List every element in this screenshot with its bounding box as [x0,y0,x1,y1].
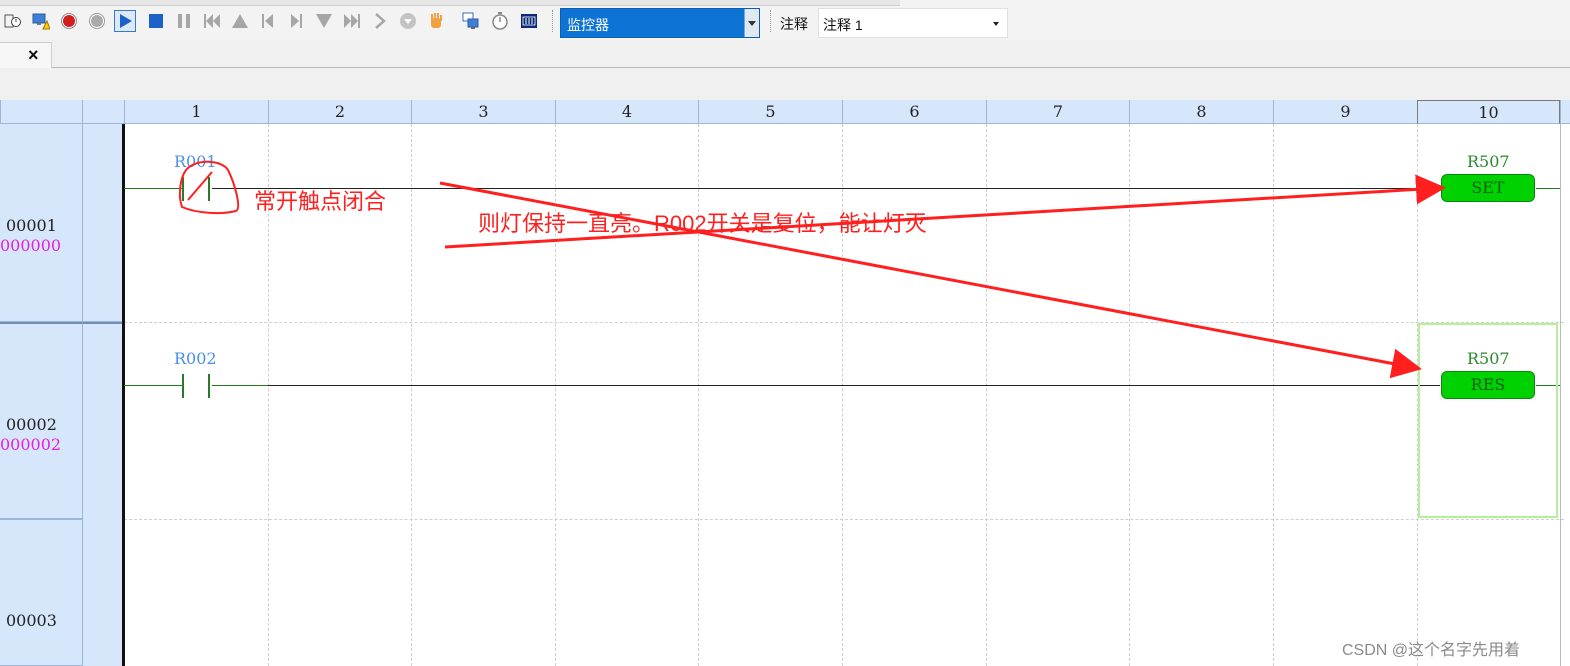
header-corner [0,100,82,124]
set-coil[interactable]: SET [1441,174,1535,202]
step-down-icon[interactable] [313,10,335,32]
selected-cell[interactable] [1418,323,1558,518]
pause-icon[interactable] [173,10,195,32]
contact-label: R001 [174,152,217,171]
comment-select-value: 注释 1 [823,17,863,33]
toolbar-separator [552,10,555,32]
coil-label: R507 [1467,152,1510,171]
stop-record-icon[interactable] [86,10,108,32]
column-header: 8 [1129,100,1273,124]
timer-icon[interactable] [2,10,24,32]
monitor-select-value: 监控器 [567,17,609,33]
next-icon[interactable] [369,10,391,32]
rung-wire [212,188,1440,189]
power-rail-left [122,124,125,666]
row-sub-header [82,124,123,322]
column-header: 7 [986,100,1129,124]
clock-display-icon[interactable] [518,10,540,32]
network-monitor-icon[interactable] [460,10,482,32]
grid-line [124,519,1564,520]
tab-strip: × [0,40,1570,101]
column-header: 2 [268,100,411,124]
annotation-text: 则灯保持一直亮。R002开关是复位，能让灯灭 [478,211,927,236]
column-header: 3 [411,100,555,124]
grid-line [1129,124,1130,666]
skip-start-icon[interactable] [201,10,223,32]
grid-line [1273,124,1274,666]
step-back-icon[interactable] [257,10,279,32]
tab-strip-divider [52,67,1570,68]
row-number: 00001 [6,216,57,235]
step-forward-icon[interactable] [285,10,307,32]
record-icon[interactable] [58,10,80,32]
grid-line [124,322,1564,323]
header-corner-2 [82,100,124,124]
column-header: 9 [1273,100,1417,124]
row-header[interactable]: 00002 000002 [0,322,82,519]
comment-select[interactable]: 注释 1 [818,8,1008,38]
close-icon[interactable]: × [28,45,39,66]
rung-wire [1536,188,1560,189]
stopwatch-icon[interactable] [489,10,511,32]
column-header: 1 [124,100,268,124]
column-header: 6 [842,100,986,124]
stop-icon[interactable] [145,10,167,32]
contact-no[interactable] [180,374,212,398]
comment-label: 注释 [780,16,808,32]
toolbar: 监控器 注释 注释 1 [0,0,1570,40]
row-step: 000002 [0,435,62,454]
column-header: 5 [698,100,842,124]
chevron-down-icon[interactable] [993,22,999,26]
close-tab-button[interactable]: × [0,42,52,68]
play-icon[interactable] [114,10,136,32]
row-sub-header [82,519,123,666]
step-up-icon[interactable] [229,10,251,32]
row-number: 00002 [6,415,57,434]
hand-icon[interactable] [425,10,447,32]
ladder-editor[interactable]: 1 2 3 4 5 6 7 8 9 10 00001 000000 00002 … [0,100,1570,666]
row-number: 00003 [6,611,57,630]
row-header[interactable]: 00003 [0,519,82,666]
monitor-warning-icon[interactable] [30,10,52,32]
toolbar-separator [770,10,773,32]
column-header: 4 [555,100,698,124]
annotation-text: 常开触点闭合 [254,189,387,214]
monitor-select[interactable]: 监控器 [560,8,760,38]
rung-wire [212,385,268,386]
down-circle-icon[interactable] [397,10,419,32]
grid-line [1560,124,1561,666]
toolbar-top-strip [0,0,900,6]
grid-line [986,124,987,666]
column-header: 10 [1417,100,1560,124]
skip-end-icon[interactable] [341,10,363,32]
chevron-down-icon[interactable] [744,9,759,37]
row-header[interactable]: 00001 000000 [0,124,82,322]
contact-no[interactable] [180,177,212,201]
row-sub-header [82,322,123,519]
contact-label: R002 [174,349,217,368]
rung-wire [268,385,1440,386]
rung-wire [124,188,182,189]
column-header-end [1560,100,1570,124]
rung-wire [124,385,182,386]
watermark: CSDN @这个名字先用着 [1342,642,1521,659]
grid-line [411,124,412,666]
row-step: 000000 [0,236,62,255]
